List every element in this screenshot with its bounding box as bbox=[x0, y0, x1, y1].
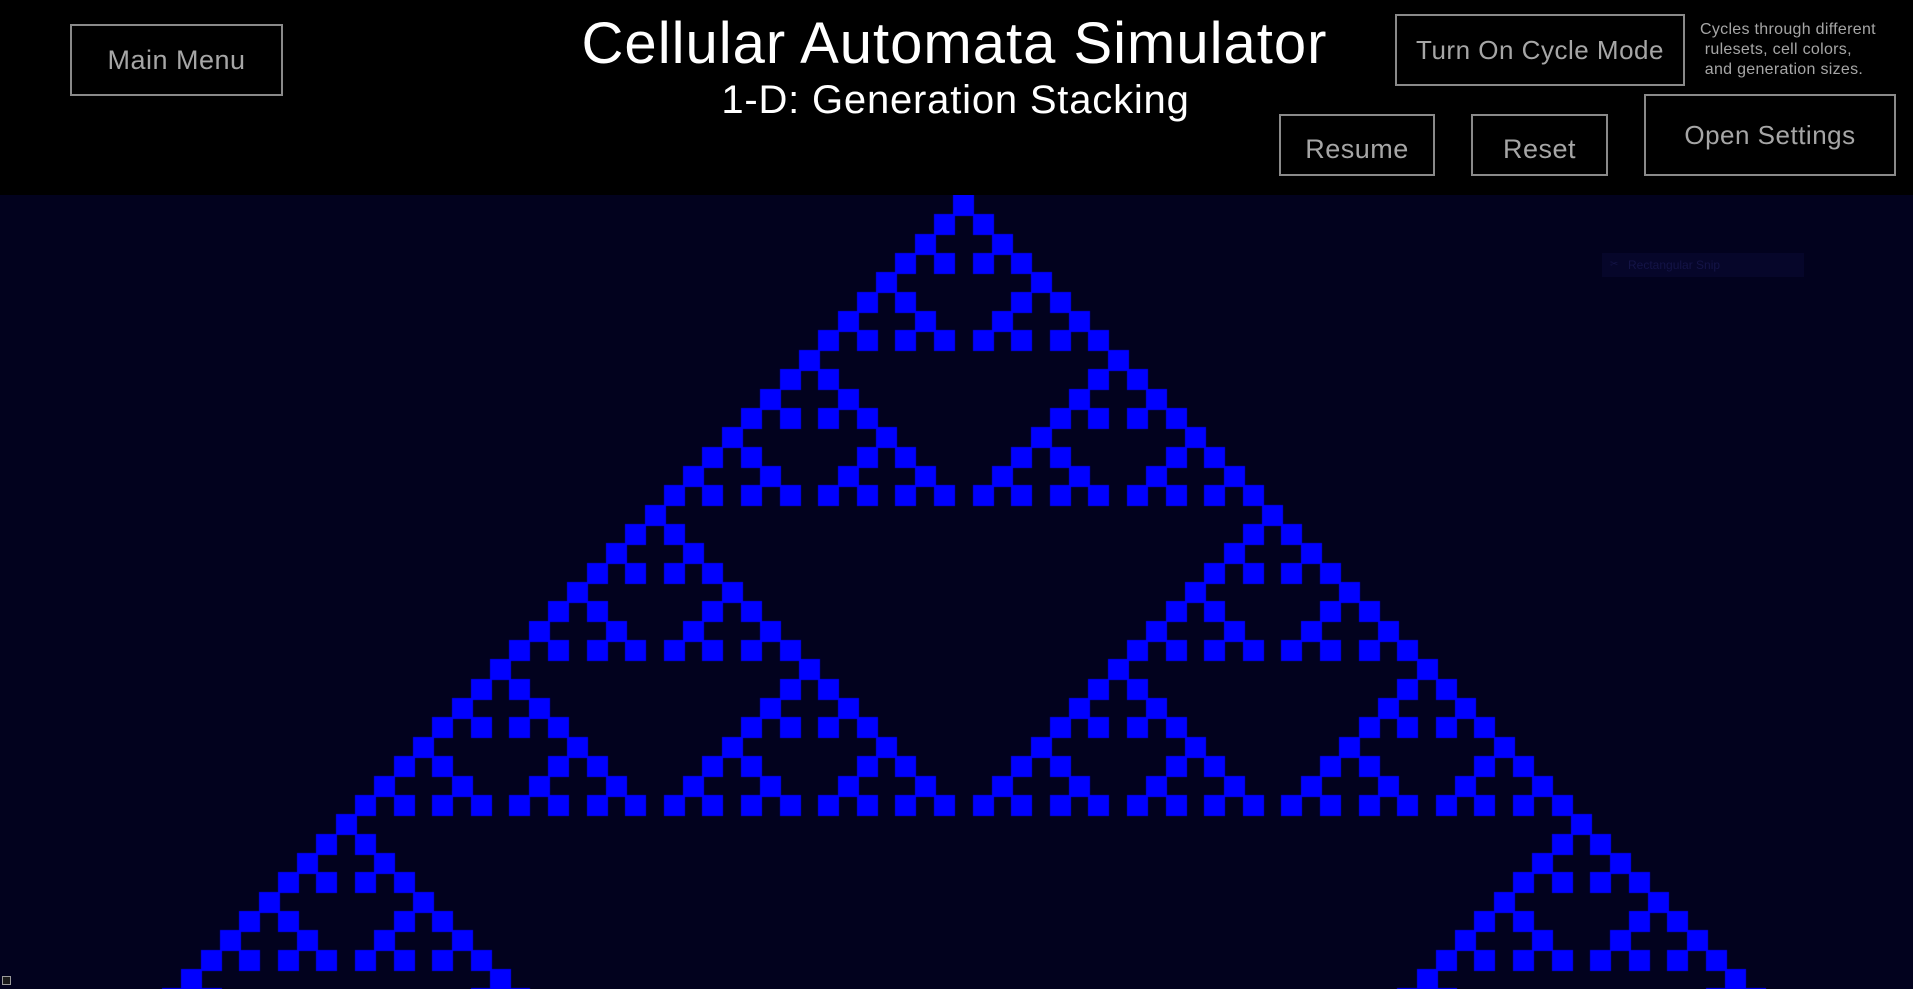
window-icon[interactable] bbox=[2, 976, 11, 985]
app-window: Main Menu Cellular Automata Simulator 1-… bbox=[0, 0, 1913, 989]
header-bar: Main Menu Cellular Automata Simulator 1-… bbox=[0, 0, 1913, 195]
open-settings-button[interactable]: Open Settings bbox=[1644, 94, 1896, 176]
resume-button[interactable]: Resume bbox=[1279, 114, 1435, 176]
reset-button[interactable]: Reset bbox=[1471, 114, 1608, 176]
simulation-area[interactable] bbox=[0, 195, 1913, 989]
cycle-mode-button[interactable]: Turn On Cycle Mode bbox=[1395, 14, 1685, 86]
automaton-canvas[interactable] bbox=[0, 195, 1913, 989]
snip-label: Rectangular Snip bbox=[1628, 258, 1721, 272]
scissors-icon: ✂ bbox=[1610, 259, 1619, 270]
rectangular-snip-overlay[interactable]: ✂ Rectangular Snip bbox=[1602, 253, 1804, 277]
cycle-mode-description: Cycles through different rulesets, cell … bbox=[1700, 21, 1876, 78]
